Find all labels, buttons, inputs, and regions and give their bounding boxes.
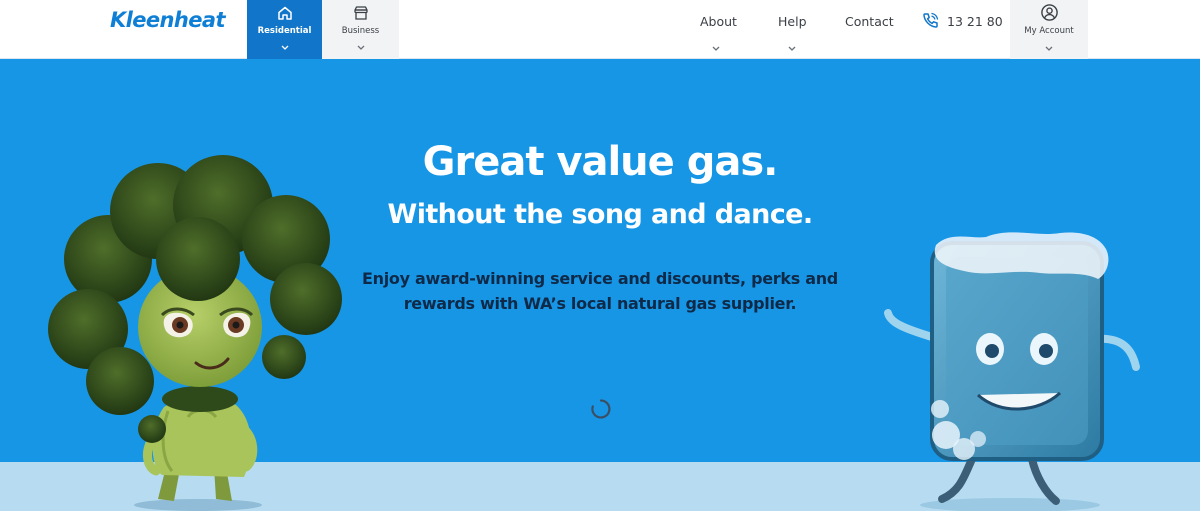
tab-residential[interactable]: Residential [247,0,322,59]
nav-contact[interactable]: Contact [845,14,894,29]
chevron-down-icon[interactable] [711,45,721,53]
my-account-button[interactable]: My Account [1010,0,1088,59]
chevron-down-icon [357,45,364,50]
hero-description: Enjoy award-winning service and discount… [0,266,1200,316]
nav-help[interactable]: Help [778,14,807,29]
hero-description-line: rewards with WA’s local natural gas supp… [403,294,797,313]
store-icon [353,6,368,20]
gas-cube-character-illustration [884,232,1140,511]
tab-business[interactable]: Business [322,0,399,59]
phone-icon[interactable] [921,11,940,30]
tab-business-label: Business [341,26,380,36]
hero-title: Great value gas. [422,139,779,185]
nav-about[interactable]: About [700,14,737,29]
loading-spinner-icon [591,399,611,419]
chevron-down-icon [281,45,288,50]
home-icon [277,6,292,20]
site-header: Kleenheat Residential Business About Hel… [0,0,1200,59]
phone-number[interactable]: 13 21 80 [947,14,1003,29]
kleenheat-logo[interactable]: Kleenheat [110,8,226,32]
hero-description-line: Enjoy award-winning service and discount… [362,269,838,288]
chevron-down-icon [1045,46,1053,51]
my-account-label: My Account [1024,26,1074,36]
tab-residential-label: Residential [257,26,312,36]
hero-banner: Great value gas. Without the song and da… [0,59,1200,511]
user-icon [1041,4,1058,21]
chevron-down-icon[interactable] [787,45,797,53]
hero-subtitle: Without the song and dance. [387,199,814,230]
